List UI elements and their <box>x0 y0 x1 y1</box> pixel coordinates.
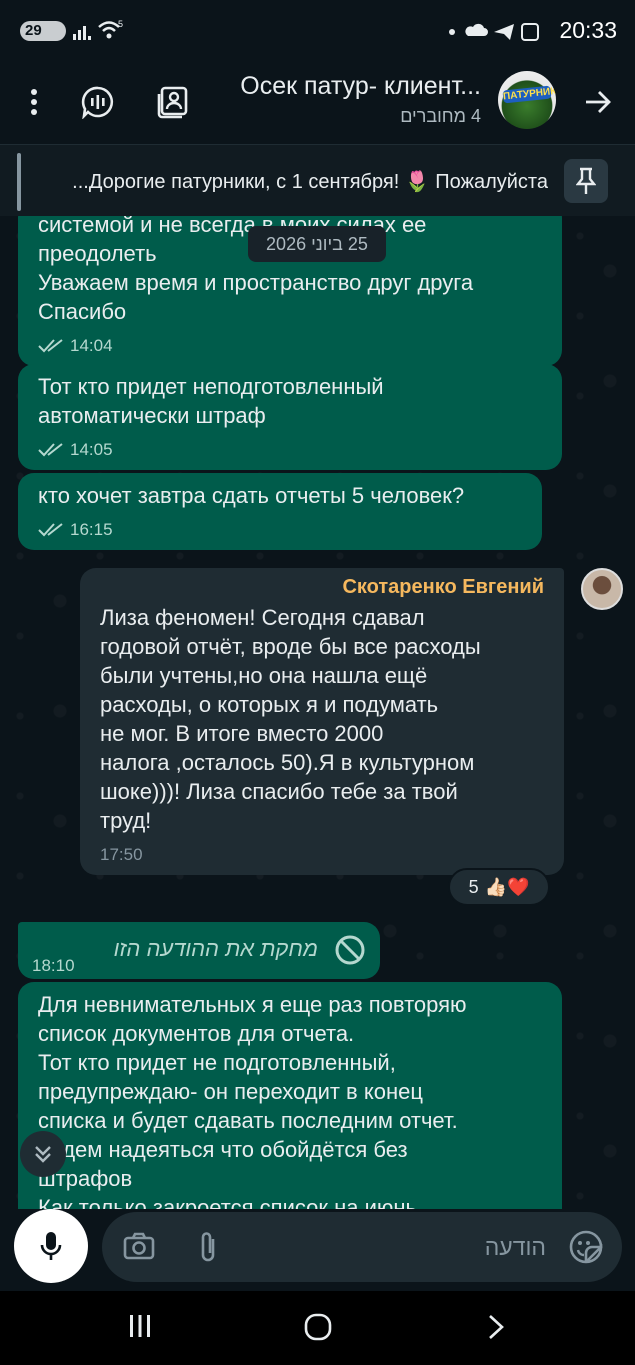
signal-icon <box>73 26 91 40</box>
recent-apps-icon[interactable] <box>128 1313 152 1339</box>
chat-messages[interactable]: системой и не всегда в моих силах ее пре… <box>0 216 635 1209</box>
double-check-icon <box>38 443 63 457</box>
wifi-label: 5 <box>118 19 123 29</box>
status-bar: 29 5 20:33 <box>0 0 635 62</box>
sender-name[interactable]: Скотаренко Евгений <box>100 576 544 599</box>
message-time: 17:50 <box>100 845 143 864</box>
mic-icon <box>40 1232 62 1260</box>
notification-badge: 29 <box>20 21 66 41</box>
chevron-double-down-icon <box>35 1146 51 1163</box>
date-separator: 25 ביוני 2026 <box>248 226 386 262</box>
attach-icon[interactable] <box>196 1229 220 1265</box>
back-icon[interactable] <box>486 1313 506 1341</box>
message-time: 18:10 <box>32 956 75 975</box>
sticker-emoji-icon[interactable] <box>568 1229 604 1265</box>
deleted-message-text: מחקת את ההודעה הזו <box>113 936 318 961</box>
composer: הודעה <box>0 1209 635 1291</box>
message-bubble[interactable]: Для невнимательных я еще раз повторяю сп… <box>18 982 562 1209</box>
incoming-message-bubble[interactable]: Скотаренко Евгений Лиза феномен! Сегодня… <box>80 568 564 875</box>
deleted-message-bubble[interactable]: 18:10 מחקת את ההודעה הזו <box>18 922 380 979</box>
message-text: кто хочет завтра сдать отчеты 5 человек? <box>38 483 465 508</box>
system-nav-bar <box>0 1291 635 1365</box>
message-time: 16:15 <box>70 520 113 539</box>
double-check-icon <box>38 339 63 353</box>
message-text: Лиза феномен! Сегодня сдавал годовой отч… <box>100 605 481 833</box>
screenshot-icon <box>521 23 539 41</box>
pin-icon <box>576 167 596 194</box>
unpin-button[interactable] <box>564 159 608 203</box>
status-icons <box>449 23 539 41</box>
message-text: Для невнимательных я еще раз повторяю сп… <box>38 992 467 1209</box>
message-time: 14:05 <box>70 440 113 459</box>
chat-header: Осек патур- клиент... 4 מחוברים ПАТУРНИК… <box>0 62 635 144</box>
forward-arrow-icon <box>586 91 611 113</box>
message-text: Тот кто придет неподготовленный автомати… <box>38 374 384 428</box>
message-bubble[interactable]: Тот кто придет неподготовленный автомати… <box>18 364 562 470</box>
forward-button[interactable] <box>576 80 620 124</box>
clock: 20:33 <box>559 17 617 43</box>
reaction-count: 5 <box>468 876 479 897</box>
scroll-to-bottom-button[interactable] <box>20 1131 66 1177</box>
camera-icon[interactable] <box>122 1229 156 1263</box>
cloud-icon <box>465 23 488 36</box>
ban-icon <box>335 935 365 965</box>
voice-chat-icon <box>81 86 114 119</box>
telegram-icon <box>494 24 514 40</box>
chat-subtitle: 4 מחוברים <box>400 106 481 126</box>
reaction-emojis: 👍🏻❤️ <box>484 876 530 897</box>
sender-avatar[interactable] <box>581 568 623 610</box>
wifi-icon: 5 <box>98 19 123 39</box>
message-time: 14:04 <box>70 336 113 355</box>
pinned-message-text[interactable]: ...Дорогие патурники, с 1 сентября! 🌷 По… <box>0 169 548 194</box>
group-avatar[interactable]: ПАТУРНИКИ <box>498 71 556 129</box>
message-input-placeholder: הודעה <box>484 1234 546 1260</box>
more-vert-icon <box>31 89 37 115</box>
home-icon[interactable] <box>304 1313 332 1341</box>
chat-title[interactable]: Осек патур- клиент... <box>181 72 481 101</box>
avatar-logo-text: ПАТУРНИКИ <box>502 85 556 104</box>
reactions-pill[interactable]: 5 👍🏻❤️ <box>448 868 550 906</box>
voice-record-button[interactable] <box>14 1209 88 1283</box>
voice-chat-button[interactable] <box>76 80 120 124</box>
message-input[interactable]: הודעה <box>102 1212 622 1282</box>
more-options-button[interactable] <box>12 80 56 124</box>
double-check-icon <box>38 523 63 537</box>
pinned-message-bar[interactable]: ...Дорогие патурники, с 1 сентября! 🌷 По… <box>0 144 635 216</box>
dot-icon <box>449 29 455 35</box>
message-bubble[interactable]: кто хочет завтра сдать отчеты 5 человек?… <box>18 473 542 550</box>
